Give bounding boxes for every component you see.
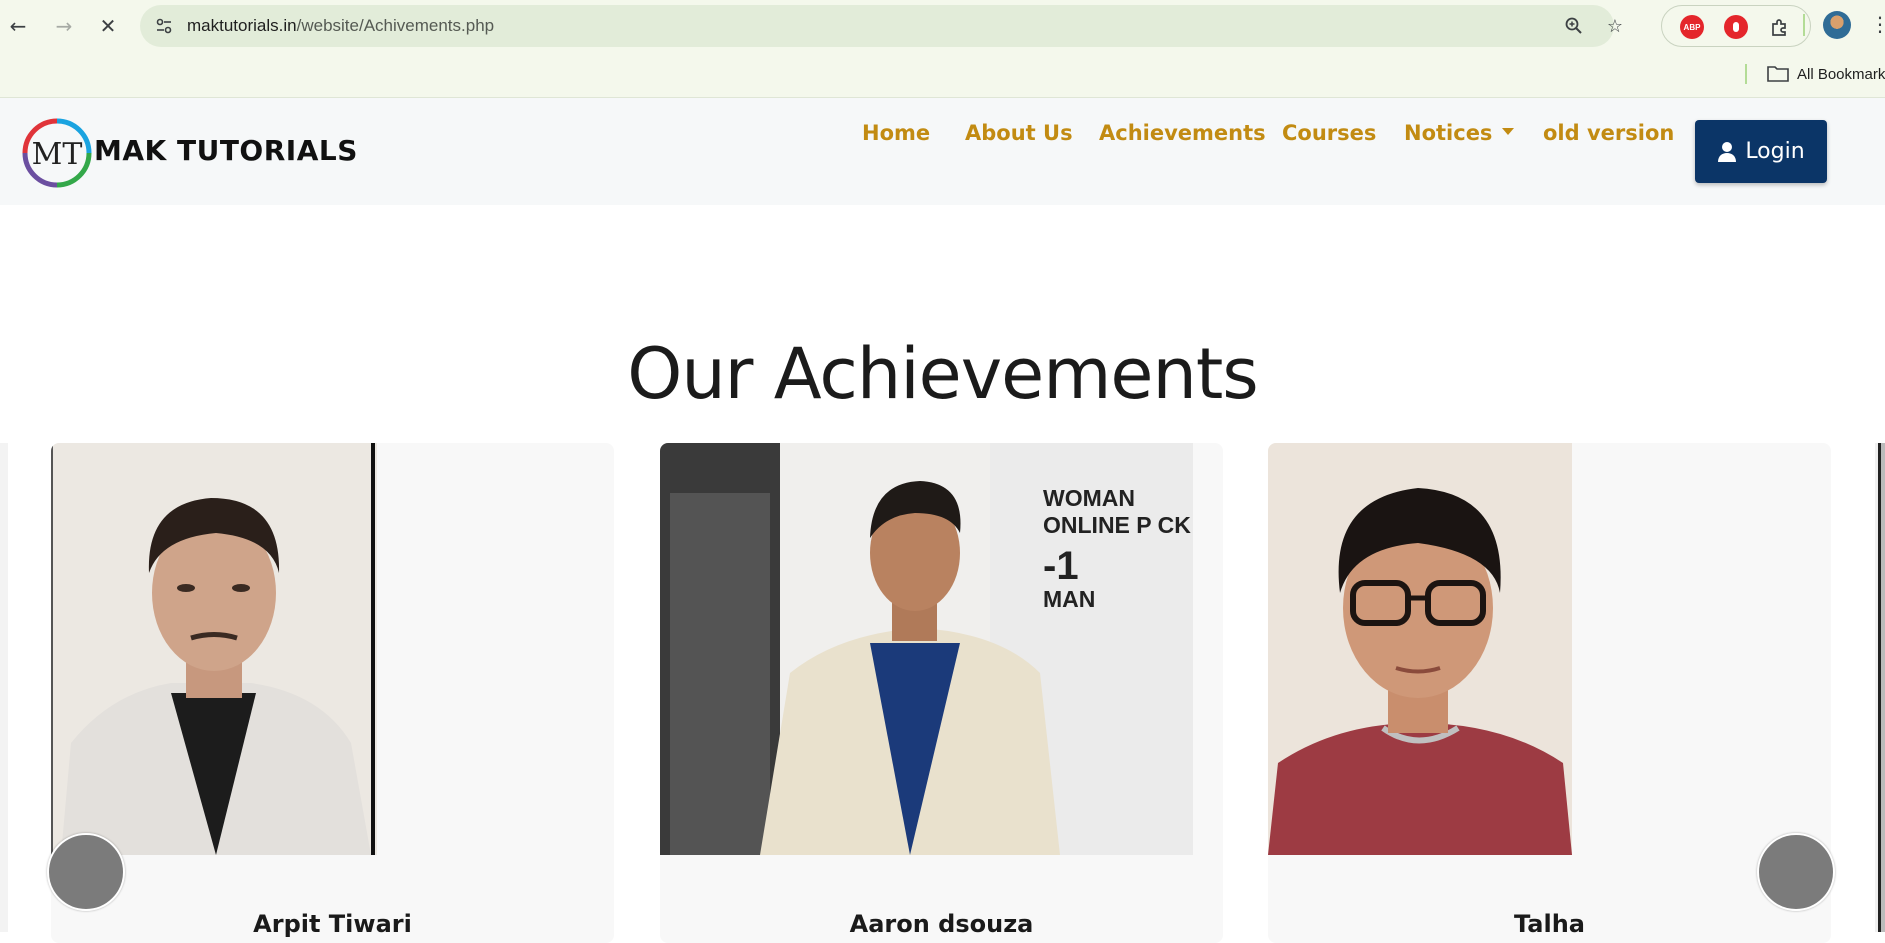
- next-card-edge: [1875, 443, 1885, 932]
- toolbar-separator: [1803, 14, 1805, 36]
- browser-menu-icon[interactable]: ⋮: [1870, 12, 1885, 36]
- user-icon: [1718, 141, 1737, 162]
- student-name: Aaron dsouza: [849, 910, 1034, 938]
- zoom-icon[interactable]: [1562, 14, 1586, 38]
- nav-notices-label: Notices: [1404, 121, 1493, 145]
- student-photo: WOMAN ONLINE P CK -1 MAN: [660, 443, 1193, 855]
- all-bookmarks-link[interactable]: All Bookmarks: [1797, 52, 1885, 98]
- folder-icon: [1767, 66, 1789, 82]
- nav-achievements[interactable]: Achievements: [1099, 121, 1266, 145]
- wall-sign: WOMAN ONLINE P CK -1 MAN: [1043, 485, 1191, 613]
- login-label: Login: [1745, 139, 1805, 164]
- browser-toolbar: ← → ✕ maktutorials.in/website/Achivement…: [0, 0, 1885, 52]
- carousel-prev-button[interactable]: [47, 833, 125, 911]
- url-domain: maktutorials.in: [187, 16, 297, 35]
- profile-avatar[interactable]: [1823, 11, 1851, 39]
- page-title: Our Achievements: [627, 333, 1259, 415]
- sign-line: WOMAN: [1043, 485, 1135, 511]
- bookmarks-separator: [1745, 64, 1747, 84]
- sign-line: -1: [1043, 544, 1079, 588]
- site-info-icon[interactable]: [152, 14, 176, 38]
- abp-label: ABP: [1683, 22, 1701, 32]
- stop-hand-icon[interactable]: [1724, 15, 1748, 39]
- nav-home[interactable]: Home: [862, 121, 930, 145]
- nav-old-version[interactable]: old version: [1543, 121, 1674, 145]
- logo-letters: MT: [32, 137, 83, 172]
- nav-about-us[interactable]: About Us: [965, 121, 1073, 145]
- sign-line: MAN: [1043, 586, 1096, 612]
- url-text[interactable]: maktutorials.in/website/Achivements.php: [187, 5, 494, 47]
- forward-icon[interactable]: →: [48, 10, 80, 42]
- logo-icon[interactable]: MT: [22, 118, 92, 188]
- student-name: Arpit Tiwari: [253, 910, 412, 938]
- brand-name[interactable]: MAK TUTORIALS: [94, 134, 358, 167]
- student-photo: [1268, 443, 1572, 855]
- carousel-next-button[interactable]: [1757, 833, 1835, 911]
- sign-line: ONLINE P CK: [1043, 512, 1191, 538]
- bookmarks-bar: All Bookmarks: [0, 52, 1885, 98]
- back-icon[interactable]: ←: [2, 10, 34, 42]
- abp-icon[interactable]: ABP: [1680, 15, 1704, 39]
- extensions-puzzle-icon[interactable]: [1768, 15, 1792, 39]
- nav-courses[interactable]: Courses: [1282, 121, 1376, 145]
- address-bar[interactable]: maktutorials.in/website/Achivements.php …: [140, 5, 1623, 47]
- bookmark-star-icon[interactable]: ☆: [1603, 14, 1627, 38]
- stop-loading-icon[interactable]: ✕: [92, 10, 124, 42]
- student-name: Talha: [1514, 910, 1585, 938]
- chevron-down-icon: [1502, 127, 1515, 135]
- student-photo: [51, 443, 377, 855]
- achievement-card[interactable]: WOMAN ONLINE P CK -1 MAN Aaron dsouza: [660, 443, 1223, 943]
- achievement-card[interactable]: Arpit Tiwari: [51, 443, 614, 943]
- nav-notices[interactable]: Notices: [1404, 121, 1515, 145]
- prev-card-edge: [0, 443, 8, 932]
- achievement-card[interactable]: Talha: [1268, 443, 1831, 943]
- login-button[interactable]: Login: [1695, 120, 1827, 183]
- url-path: /website/Achivements.php: [296, 16, 495, 35]
- extensions-group: ABP: [1661, 5, 1811, 47]
